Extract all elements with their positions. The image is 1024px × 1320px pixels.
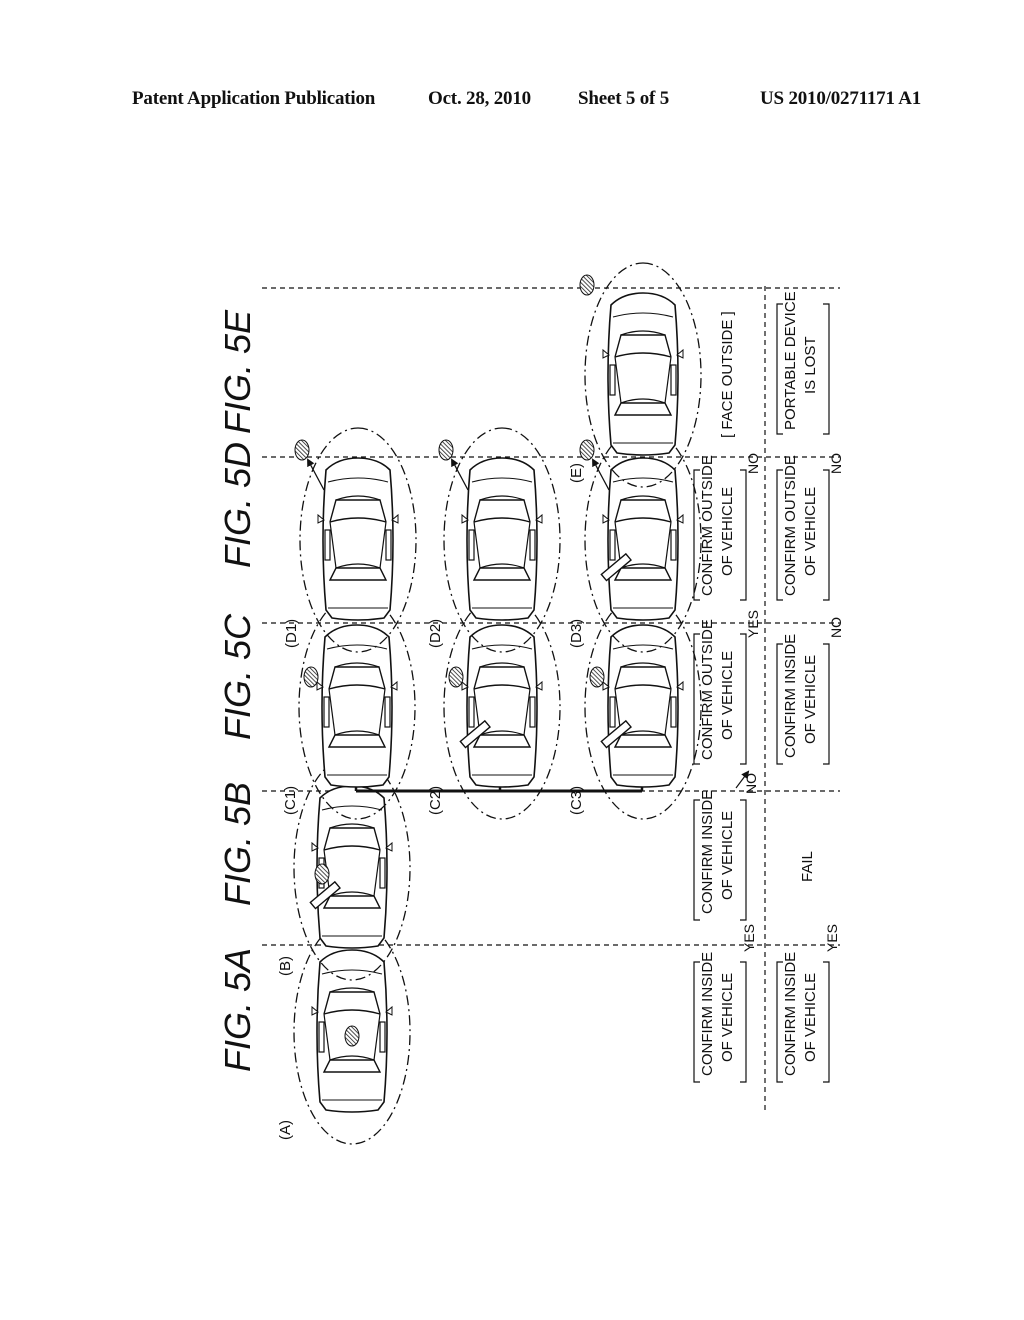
answer-label: YES [824,924,840,952]
scene-label: (C3) [568,786,585,815]
caption-line: [ FACE OUTSIDE ] [719,311,736,438]
scene-d2: (D2) [427,427,561,653]
scene-c2: (C2) [427,594,561,820]
caption-line: OF VEHICLE [802,973,819,1062]
scene-label: (C1) [282,786,299,815]
caption-line: OF VEHICLE [802,487,819,576]
fig-5c-label: FIG. 5C [217,613,258,740]
answer-label: NO [745,453,761,474]
movement-arrow-icon [592,458,610,491]
caption-line: CONFIRM OUTSIDE [699,455,716,596]
caption-2d: CONFIRM OUTSIDE OF VEHICLE NO [776,453,844,601]
scene-c1: (C1) [282,594,416,820]
caption-2e: PORTABLE DEVICE IS LOST [776,291,830,435]
caption-1a: CONFIRM INSIDE OF VEHICLE YES [693,924,757,1083]
portable-device-icon [589,666,605,688]
caption-line: PORTABLE DEVICE [782,291,799,430]
caption-row-1: CONFIRM INSIDE OF VEHICLE YES CONFIRM IN… [693,311,761,1083]
figure-titles: FIG. 5A FIG. 5B FIG. 5C FIG. 5D FIG. 5E [217,309,258,1072]
fig-5a-label: FIG. 5A [217,948,258,1072]
caption-line: CONFIRM INSIDE [699,952,716,1076]
scene-label: (D1) [283,619,300,648]
car-icon [316,624,398,788]
answer-label: YES [745,610,761,638]
scene-label: (D3) [568,619,585,648]
fig-5b-label: FIG. 5B [217,782,258,906]
caption-line: OF VEHICLE [802,655,819,744]
car-icon [602,457,684,621]
answer-label: NO [828,617,844,638]
portable-device-icon [579,274,595,296]
patent-figure-5: FIG. 5A FIG. 5B FIG. 5C FIG. 5D FIG. 5E … [217,262,844,1145]
scene-label: (C2) [427,786,444,815]
portable-device-icon [579,439,595,461]
scene-label: (B) [277,956,294,976]
caption-2c: CONFIRM INSIDE OF VEHICLE NO [776,617,844,765]
portable-device-icon [303,666,319,688]
caption-1c: CONFIRM OUTSIDE OF VEHICLE YES [693,610,761,765]
scene-label: (A) [277,1120,294,1140]
caption-2b: FAIL [799,851,816,882]
caption-line: OF VEHICLE [719,973,736,1062]
caption-line: CONFIRM OUTSIDE [699,619,716,760]
scene-c3: (C3) [568,594,702,820]
car-icon [461,624,543,788]
caption-line: IS LOST [802,336,819,394]
caption-line: FAIL [799,851,816,882]
car-icon [317,457,399,621]
caption-1d: CONFIRM OUTSIDE OF VEHICLE NO [693,453,761,601]
caption-row-2: CONFIRM INSIDE OF VEHICLE YES FAIL CONFI… [776,291,844,1083]
caption-line: OF VEHICLE [719,487,736,576]
caption-1b: CONFIRM INSIDE OF VEHICLE NO [693,773,759,921]
caption-line: OF VEHICLE [719,651,736,740]
answer-label: YES [741,924,757,952]
caption-line: CONFIRM INSIDE [782,952,799,1076]
scene-d1: (D1) [283,427,417,653]
portable-device-icon [294,439,310,461]
car-icon [602,292,684,456]
caption-2a: CONFIRM INSIDE OF VEHICLE YES [776,924,840,1083]
movement-arrow-icon [307,458,325,491]
caption-1e: [ FACE OUTSIDE ] [719,311,736,438]
car-icon [461,457,543,621]
portable-device-icon [438,439,454,461]
caption-line: OF VEHICLE [719,811,736,900]
fig-5d-label: FIG. 5D [217,442,258,568]
caption-line: CONFIRM INSIDE [782,634,799,758]
scene-label: (E) [568,463,585,483]
scene-label: (D2) [427,619,444,648]
portable-device-icon [344,1025,360,1047]
car-icon [602,624,684,788]
fig-5e-label: FIG. 5E [217,309,258,434]
caption-line: CONFIRM OUTSIDE [782,455,799,596]
movement-arrow-icon [451,458,469,491]
portable-device-icon [314,863,330,885]
portable-device-icon [448,666,464,688]
scene-d3: (D3) [568,427,702,653]
answer-label: NO [828,453,844,474]
caption-line: CONFIRM INSIDE [699,790,716,914]
